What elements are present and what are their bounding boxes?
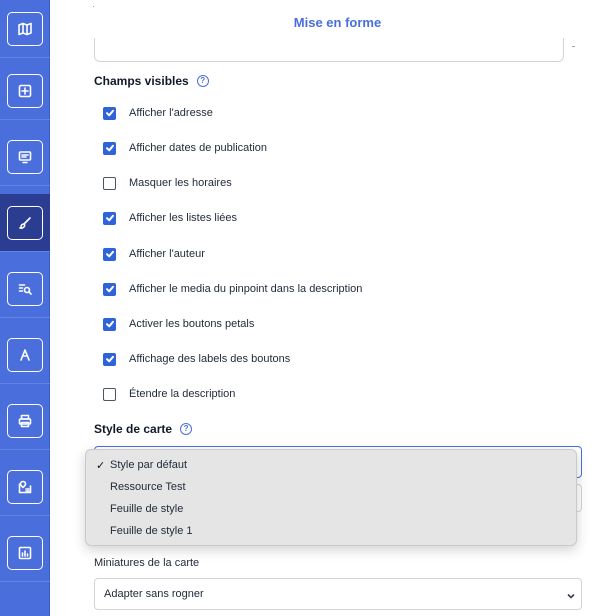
dropdown-option[interactable]: Feuille de style xyxy=(86,498,576,520)
sidebar-item-layout[interactable] xyxy=(0,194,50,252)
dropdown-option[interactable]: Feuille de style 1 xyxy=(86,520,576,542)
checkbox[interactable] xyxy=(103,106,116,120)
dropdown-option[interactable]: Ressource Test xyxy=(86,476,576,498)
checkbox[interactable] xyxy=(103,141,116,155)
sidebar-item-map-link[interactable] xyxy=(0,62,50,120)
checkbox-label: Afficher l'auteur xyxy=(129,248,205,260)
map-style-heading: Style de carte ? xyxy=(94,422,193,436)
sidebar-item-stats[interactable] xyxy=(0,524,50,582)
checkbox[interactable] xyxy=(103,176,116,190)
map-style-label: Style de carte xyxy=(94,422,173,436)
checkbox-row[interactable]: Afficher l'adresse xyxy=(103,105,213,121)
sidebar-button-map-pin[interactable] xyxy=(7,469,43,504)
checkmark-icon xyxy=(105,320,114,328)
sidebar-item-font[interactable] xyxy=(0,326,50,384)
sidebar-button-search[interactable] xyxy=(7,271,43,306)
screen-icon xyxy=(18,150,32,163)
checkbox-label: Activer les boutons petals xyxy=(129,318,255,330)
map-pin-icon xyxy=(18,480,32,493)
checkbox-row[interactable]: Activer les boutons petals xyxy=(103,316,254,332)
scroll-marker xyxy=(93,6,94,7)
checkbox-label: Afficher les listes liées xyxy=(129,212,238,224)
checkmark-icon xyxy=(105,214,114,222)
checkbox-label: Afficher l'adresse xyxy=(129,107,213,119)
checkbox[interactable] xyxy=(103,282,116,296)
sidebar-item-map-pin[interactable] xyxy=(0,458,50,516)
help-icon[interactable]: ? xyxy=(196,75,209,87)
checkbox-row[interactable]: Afficher dates de publication xyxy=(103,140,267,156)
checkbox-row[interactable]: Afficher le media du pinpoint dans la de… xyxy=(103,281,362,297)
visible-fields-label: Champs visibles xyxy=(94,74,189,88)
dropdown-option-label: Feuille de style xyxy=(110,503,184,515)
sidebar-button-stats[interactable] xyxy=(7,535,43,570)
checkbox-row[interactable]: Affichage des labels des boutons xyxy=(103,351,290,367)
chevron-down-icon xyxy=(567,591,575,603)
sidebar-item-map[interactable] xyxy=(0,0,50,58)
sidebar-button-font[interactable] xyxy=(7,337,43,372)
visible-fields-heading: Champs visibles ? xyxy=(94,74,209,88)
map-icon xyxy=(18,22,32,35)
sidebar-button-map-link[interactable] xyxy=(7,73,43,108)
font-icon xyxy=(20,348,30,361)
map-link-icon xyxy=(18,84,32,97)
checkbox[interactable] xyxy=(103,387,116,401)
checkbox[interactable] xyxy=(103,211,116,225)
checkbox-label: Étendre la description xyxy=(129,388,236,400)
brush-icon xyxy=(19,216,31,229)
help-icon[interactable]: ? xyxy=(180,423,193,435)
checkbox-row[interactable]: Masquer les horaires xyxy=(103,175,232,191)
checkbox-row[interactable]: Étendre la description xyxy=(103,386,235,402)
sidebar-button-layout[interactable] xyxy=(7,205,43,240)
resize-handle[interactable] xyxy=(572,46,575,47)
map-style-dropdown: ✓ Style par défaut Ressource Test Feuille d… xyxy=(85,449,577,546)
dropdown-option-label: Ressource Test xyxy=(110,481,186,493)
dropdown-option-label: Feuille de style 1 xyxy=(110,525,193,537)
sidebar-button-screen[interactable] xyxy=(7,139,43,174)
checkbox[interactable] xyxy=(103,317,116,331)
dropdown-option-label: Style par défaut xyxy=(110,459,188,471)
checkbox-row[interactable]: Afficher l'auteur xyxy=(103,246,205,262)
checkbox-row[interactable]: Afficher les listes liées xyxy=(103,210,237,226)
sidebar-item-screen[interactable] xyxy=(0,128,50,186)
sidebar-button-print[interactable] xyxy=(7,403,43,438)
chart-icon xyxy=(18,546,32,559)
sidebar xyxy=(0,0,50,616)
checkbox-label: Affichage des labels des boutons xyxy=(129,353,291,365)
thumbnails-select[interactable]: Adapter sans rogner xyxy=(94,578,582,610)
sidebar-item-print[interactable] xyxy=(0,392,50,450)
checkmark-icon xyxy=(105,144,114,152)
thumbnails-select-value: Adapter sans rogner xyxy=(104,588,204,600)
checkbox[interactable] xyxy=(103,247,116,261)
checkmark-icon xyxy=(105,355,114,363)
checkmark-icon xyxy=(105,285,114,293)
search-list-icon xyxy=(18,283,32,295)
printer-icon xyxy=(18,414,32,427)
checkmark-icon xyxy=(105,250,114,258)
top-field[interactable] xyxy=(94,38,564,62)
panel-title: Mise en forme xyxy=(293,15,382,30)
checkmark-icon xyxy=(105,109,114,117)
checkbox-label: Afficher le media du pinpoint dans la de… xyxy=(129,283,363,295)
sidebar-button-map[interactable] xyxy=(7,11,43,46)
checkbox-label: Afficher dates de publication xyxy=(129,142,267,154)
dropdown-option[interactable]: ✓ Style par défaut xyxy=(86,454,576,476)
checkbox[interactable] xyxy=(103,352,116,366)
sidebar-item-search[interactable] xyxy=(0,260,50,318)
thumbnails-label: Miniatures de la carte xyxy=(94,557,200,569)
check-icon: ✓ xyxy=(96,459,106,472)
checkbox-label: Masquer les horaires xyxy=(129,177,232,189)
